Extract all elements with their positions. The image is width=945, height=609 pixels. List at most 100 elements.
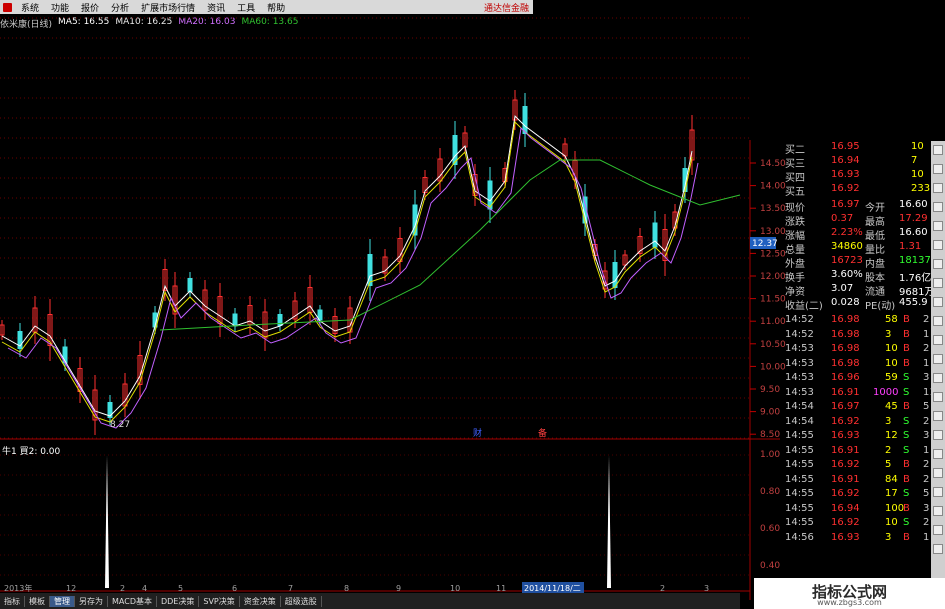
tick-volume: 12 (885, 430, 898, 441)
side-tool-button[interactable] (933, 202, 943, 212)
side-tool-button[interactable] (933, 430, 943, 440)
bottom-tab[interactable]: 另存为 (75, 595, 108, 607)
candle-body (232, 313, 238, 327)
side-tool-button[interactable] (933, 392, 943, 402)
side-tool-button[interactable] (933, 449, 943, 459)
tick-time: 14:52 (785, 328, 814, 340)
tick-row: 14:52 16.98 58 B 2 (781, 314, 931, 328)
tick-volume: 10 (885, 517, 898, 528)
tick-volume: 10 (885, 357, 898, 369)
side-tool-button[interactable] (933, 487, 943, 497)
side-tool-button[interactable] (933, 544, 943, 554)
book-volume: 233 (911, 183, 931, 194)
tick-price: 16.93 (831, 430, 860, 441)
stat-value: 0.028 (831, 297, 860, 308)
tick-side: B (903, 502, 910, 514)
tick-time: 14:55 (785, 488, 814, 499)
bottom-tab[interactable]: DDE决策 (157, 595, 200, 607)
stat-value: 34860 (831, 241, 863, 252)
stat-value: 16.97 (831, 199, 860, 210)
time-tick-label: 4 (142, 584, 147, 593)
stat-value: 0.37 (831, 213, 854, 224)
bottom-tab[interactable]: 指标 (0, 595, 25, 607)
tick-row: 14:53 16.98 10 B 1 (781, 358, 931, 372)
side-tool-button[interactable] (933, 221, 943, 231)
tick-row: 14:55 16.91 2 S 1 (781, 445, 931, 459)
tick-side: S (903, 386, 910, 398)
book-label: 买三 (785, 159, 805, 170)
side-tool-button[interactable] (933, 506, 943, 516)
tick-count: 2 (923, 314, 930, 325)
side-tool-button[interactable] (933, 259, 943, 269)
side-tool-button[interactable] (933, 335, 943, 345)
quote-stat-row: 涨幅 2.23% 最低 16.60 (781, 227, 931, 242)
tick-side: S (903, 372, 910, 383)
side-tool-button[interactable] (933, 468, 943, 478)
tick-row: 14:55 16.92 17 S 5 (781, 488, 931, 502)
time-tick-label: 12 (66, 584, 76, 593)
tick-count: 1 (923, 328, 930, 340)
tick-row: 14:54 16.92 3 S 2 (781, 416, 931, 430)
side-tool-button[interactable] (933, 373, 943, 383)
side-tool-button[interactable] (933, 297, 943, 307)
indicator-legend: 牛1 買2: 0.00 (2, 447, 61, 457)
ma10-line (1, 120, 693, 423)
stat-label: 涨跌 (785, 217, 805, 228)
tick-count: 5 (923, 488, 930, 499)
tick-price: 16.94 (831, 502, 860, 514)
quote-stat-row: 净资 3.07 流通 9681万 (781, 283, 934, 298)
indicator-panel: 1.00 0.80 0.60 0.40 (105, 450, 780, 588)
bottom-tab-bar: 指标 模板 管理 另存为 MACD基本 DDE决策 SVP决策 资金决策 超级选股 (0, 593, 740, 609)
book-label: 买二 (785, 145, 805, 156)
bottom-tab[interactable]: SVP决策 (199, 595, 240, 607)
tick-row: 14:54 16.97 45 B 5 (781, 401, 931, 415)
tick-time: 14:55 (785, 459, 814, 470)
stat-label: 量比 (865, 245, 885, 256)
candle-body (367, 254, 373, 286)
side-tool-button[interactable] (933, 183, 943, 193)
tick-price: 16.98 (831, 357, 860, 369)
tick-time: 14:55 (785, 517, 814, 528)
stat-label: 总量 (785, 245, 805, 256)
tick-time: 14:54 (785, 401, 814, 412)
tick-side: B (903, 314, 910, 325)
bottom-tab[interactable]: MACD基本 (108, 595, 157, 607)
side-toolbar (931, 141, 945, 578)
book-price: 16.94 (831, 155, 860, 166)
bottom-tab[interactable]: 模板 (25, 595, 50, 607)
candle-body (187, 278, 193, 292)
tick-time: 14:53 (785, 386, 814, 398)
order-book-row: 买二 16.95 10 (781, 141, 931, 156)
tick-volume: 3 (885, 531, 892, 543)
tick-side: S (903, 430, 910, 441)
stat-label: 换手 (785, 273, 805, 284)
side-tool-button[interactable] (933, 411, 943, 421)
bottom-tab[interactable]: 资金决策 (240, 595, 281, 607)
side-tool-button[interactable] (933, 240, 943, 250)
tick-count: 2 (923, 517, 930, 528)
tick-price: 16.98 (831, 343, 860, 354)
bottom-tab[interactable]: 管理 (50, 595, 75, 607)
tick-volume: 58 (885, 314, 898, 325)
tick-side: S (903, 488, 910, 499)
tick-price: 16.98 (831, 328, 860, 340)
side-tool-button[interactable] (933, 525, 943, 535)
tick-row: 14:55 16.91 84 B 2 (781, 474, 931, 488)
side-tool-button[interactable] (933, 145, 943, 155)
tick-price: 16.92 (831, 415, 860, 427)
bottom-tab[interactable]: 超级选股 (281, 595, 322, 607)
stat-label: 股本 (865, 273, 885, 284)
stat-label: 流通 (865, 287, 885, 298)
side-tool-button[interactable] (933, 278, 943, 288)
stat-value: 2.23% (831, 227, 863, 238)
time-tick-label: 9 (396, 584, 401, 593)
side-tool-button[interactable] (933, 164, 943, 174)
book-label: 买五 (785, 187, 805, 198)
tick-side: S (903, 517, 910, 528)
tick-count: 3 (923, 502, 930, 514)
tick-price: 16.97 (831, 401, 860, 412)
stat-label: 现价 (785, 203, 805, 214)
side-tool-button[interactable] (933, 354, 943, 364)
time-tick-label: 3 (704, 584, 709, 593)
side-tool-button[interactable] (933, 316, 943, 326)
